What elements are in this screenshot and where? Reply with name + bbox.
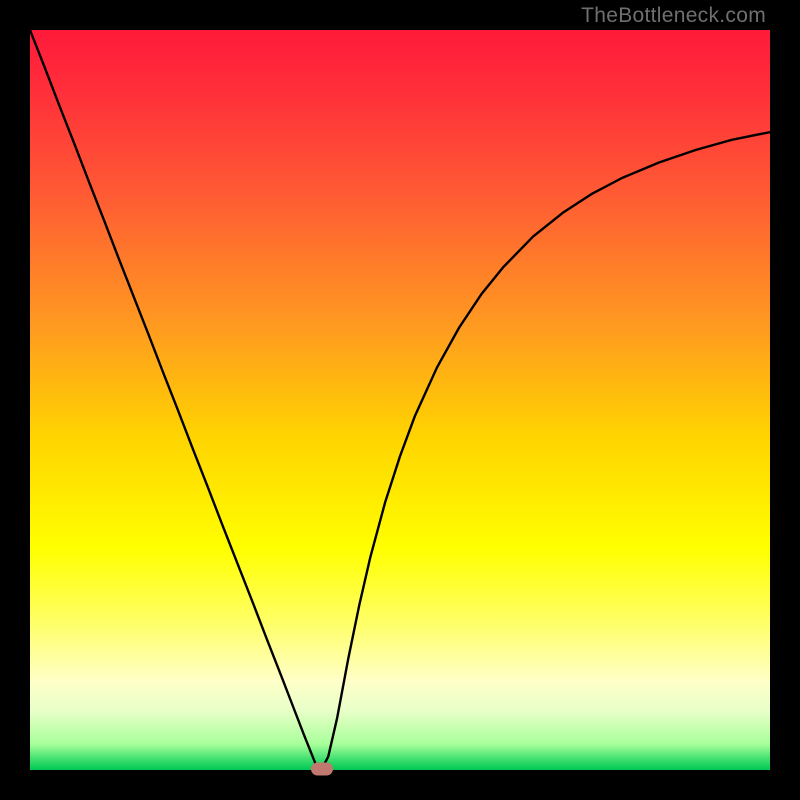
chart-svg bbox=[30, 30, 770, 770]
watermark-text: TheBottleneck.com bbox=[581, 4, 766, 28]
plot-frame bbox=[30, 30, 770, 770]
optimum-marker bbox=[311, 762, 333, 775]
gradient-background bbox=[30, 30, 770, 770]
